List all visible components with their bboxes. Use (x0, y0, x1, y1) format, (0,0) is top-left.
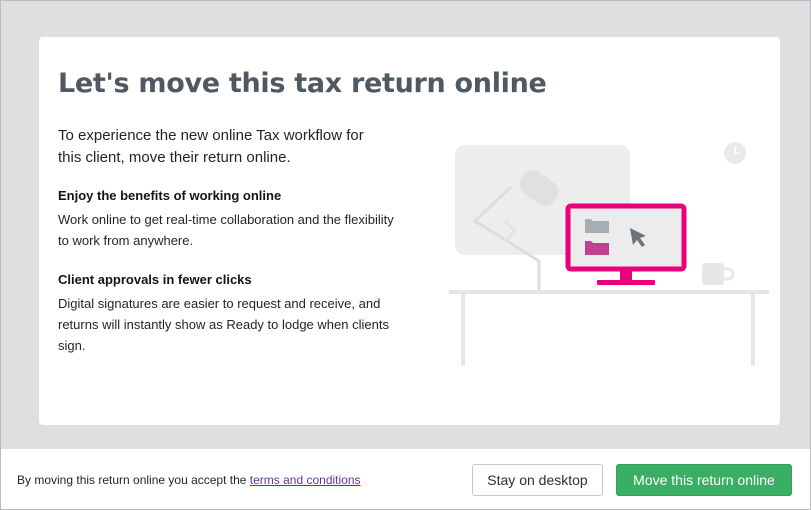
desk-shape (449, 290, 769, 366)
benefit-heading: Client approvals in fewer clicks (58, 272, 252, 287)
move-return-online-button[interactable]: Move this return online (616, 464, 792, 496)
benefit-client-approvals: Client approvals in fewer clicks Digital… (58, 271, 398, 356)
intro-text: To experience the new online Tax workflo… (58, 127, 364, 166)
stay-on-desktop-button[interactable]: Stay on desktop (472, 464, 603, 496)
move-online-dialog: Let's move this tax return online To exp… (0, 0, 811, 510)
mug-icon (702, 263, 735, 285)
desk-computer-illustration (449, 142, 769, 366)
monitor-icon (565, 203, 687, 285)
terms-notice: By moving this return online you accept … (17, 473, 361, 487)
terms-link[interactable]: terms and conditions (250, 473, 361, 487)
folder-icon (585, 219, 609, 233)
terms-notice-text: By moving this return online you accept … (17, 473, 250, 487)
benefit-working-online: Enjoy the benefits of working online Wor… (58, 187, 398, 251)
benefit-heading: Enjoy the benefits of working online (58, 188, 282, 203)
folder-icon (585, 241, 609, 255)
benefit-body: Digital signatures are easier to request… (58, 296, 389, 353)
dialog-content-area: Let's move this tax return online To exp… (1, 1, 810, 449)
benefit-body: Work online to get real-time collaborati… (58, 212, 394, 248)
clock-icon (724, 142, 746, 164)
dialog-footer: By moving this return online you accept … (1, 449, 810, 509)
dialog-title: Let's move this tax return online (58, 68, 547, 99)
info-card: Let's move this tax return online To exp… (39, 37, 780, 425)
